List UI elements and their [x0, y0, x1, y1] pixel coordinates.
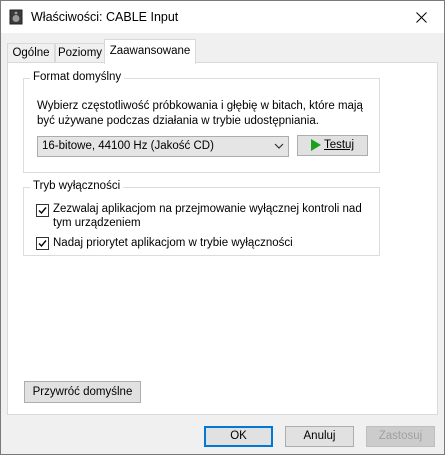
format-dropdown-value: 16-bitowe, 44100 Hz (Jakość CD) — [42, 140, 214, 152]
allow-exclusive-label-line1: Zezwalaj aplikacjom na przejmowanie wyłą… — [53, 203, 362, 215]
allow-exclusive-label-line2: tym urządzeniem — [53, 217, 141, 229]
apply-button[interactable]: Zastosuj — [366, 426, 435, 447]
exclusive-mode-label: Tryb wyłączności — [30, 180, 124, 192]
format-dropdown[interactable]: 16-bitowe, 44100 Hz (Jakość CD) — [37, 136, 289, 157]
window-title: Właściwości: CABLE Input — [31, 10, 179, 24]
test-button[interactable]: Testuj — [297, 135, 368, 156]
tab-panel-advanced: Format domyślny Wybierz częstotliwość pr… — [7, 62, 438, 415]
chevron-down-icon — [274, 143, 284, 149]
play-icon — [310, 138, 321, 151]
default-format-label: Format domyślny — [30, 71, 125, 83]
test-button-label: Testuj — [323, 139, 355, 151]
close-icon — [415, 11, 427, 23]
speaker-icon — [9, 9, 23, 25]
check-icon — [38, 207, 47, 215]
restore-defaults-button[interactable]: Przywróć domyślne — [24, 381, 141, 403]
tab-advanced[interactable]: Zaawansowane — [104, 39, 196, 64]
close-button[interactable] — [398, 1, 444, 33]
prioritize-exclusive-label: Nadaj priorytet aplikacjom w trybie wyłą… — [53, 237, 293, 249]
default-format-description: Wybierz częstotliwość próbkowania i głęb… — [37, 100, 363, 127]
exclusive-mode-group: Tryb wyłączności Zezwalaj aplikacjom na … — [23, 180, 380, 256]
cancel-button[interactable]: Anuluj — [285, 426, 354, 447]
default-format-group: Format domyślny Wybierz częstotliwość pr… — [23, 71, 380, 173]
prioritize-exclusive-checkbox[interactable] — [36, 237, 49, 250]
properties-window: Właściwości: CABLE Input Ogólne Poziomy … — [0, 0, 445, 455]
tab-general[interactable]: Ogólne — [7, 43, 55, 63]
title-bar: Właściwości: CABLE Input — [1, 1, 444, 33]
allow-exclusive-checkbox[interactable] — [36, 204, 49, 217]
ok-button[interactable]: OK — [204, 426, 273, 447]
tab-levels[interactable]: Poziomy — [55, 43, 105, 63]
check-icon — [38, 240, 47, 248]
